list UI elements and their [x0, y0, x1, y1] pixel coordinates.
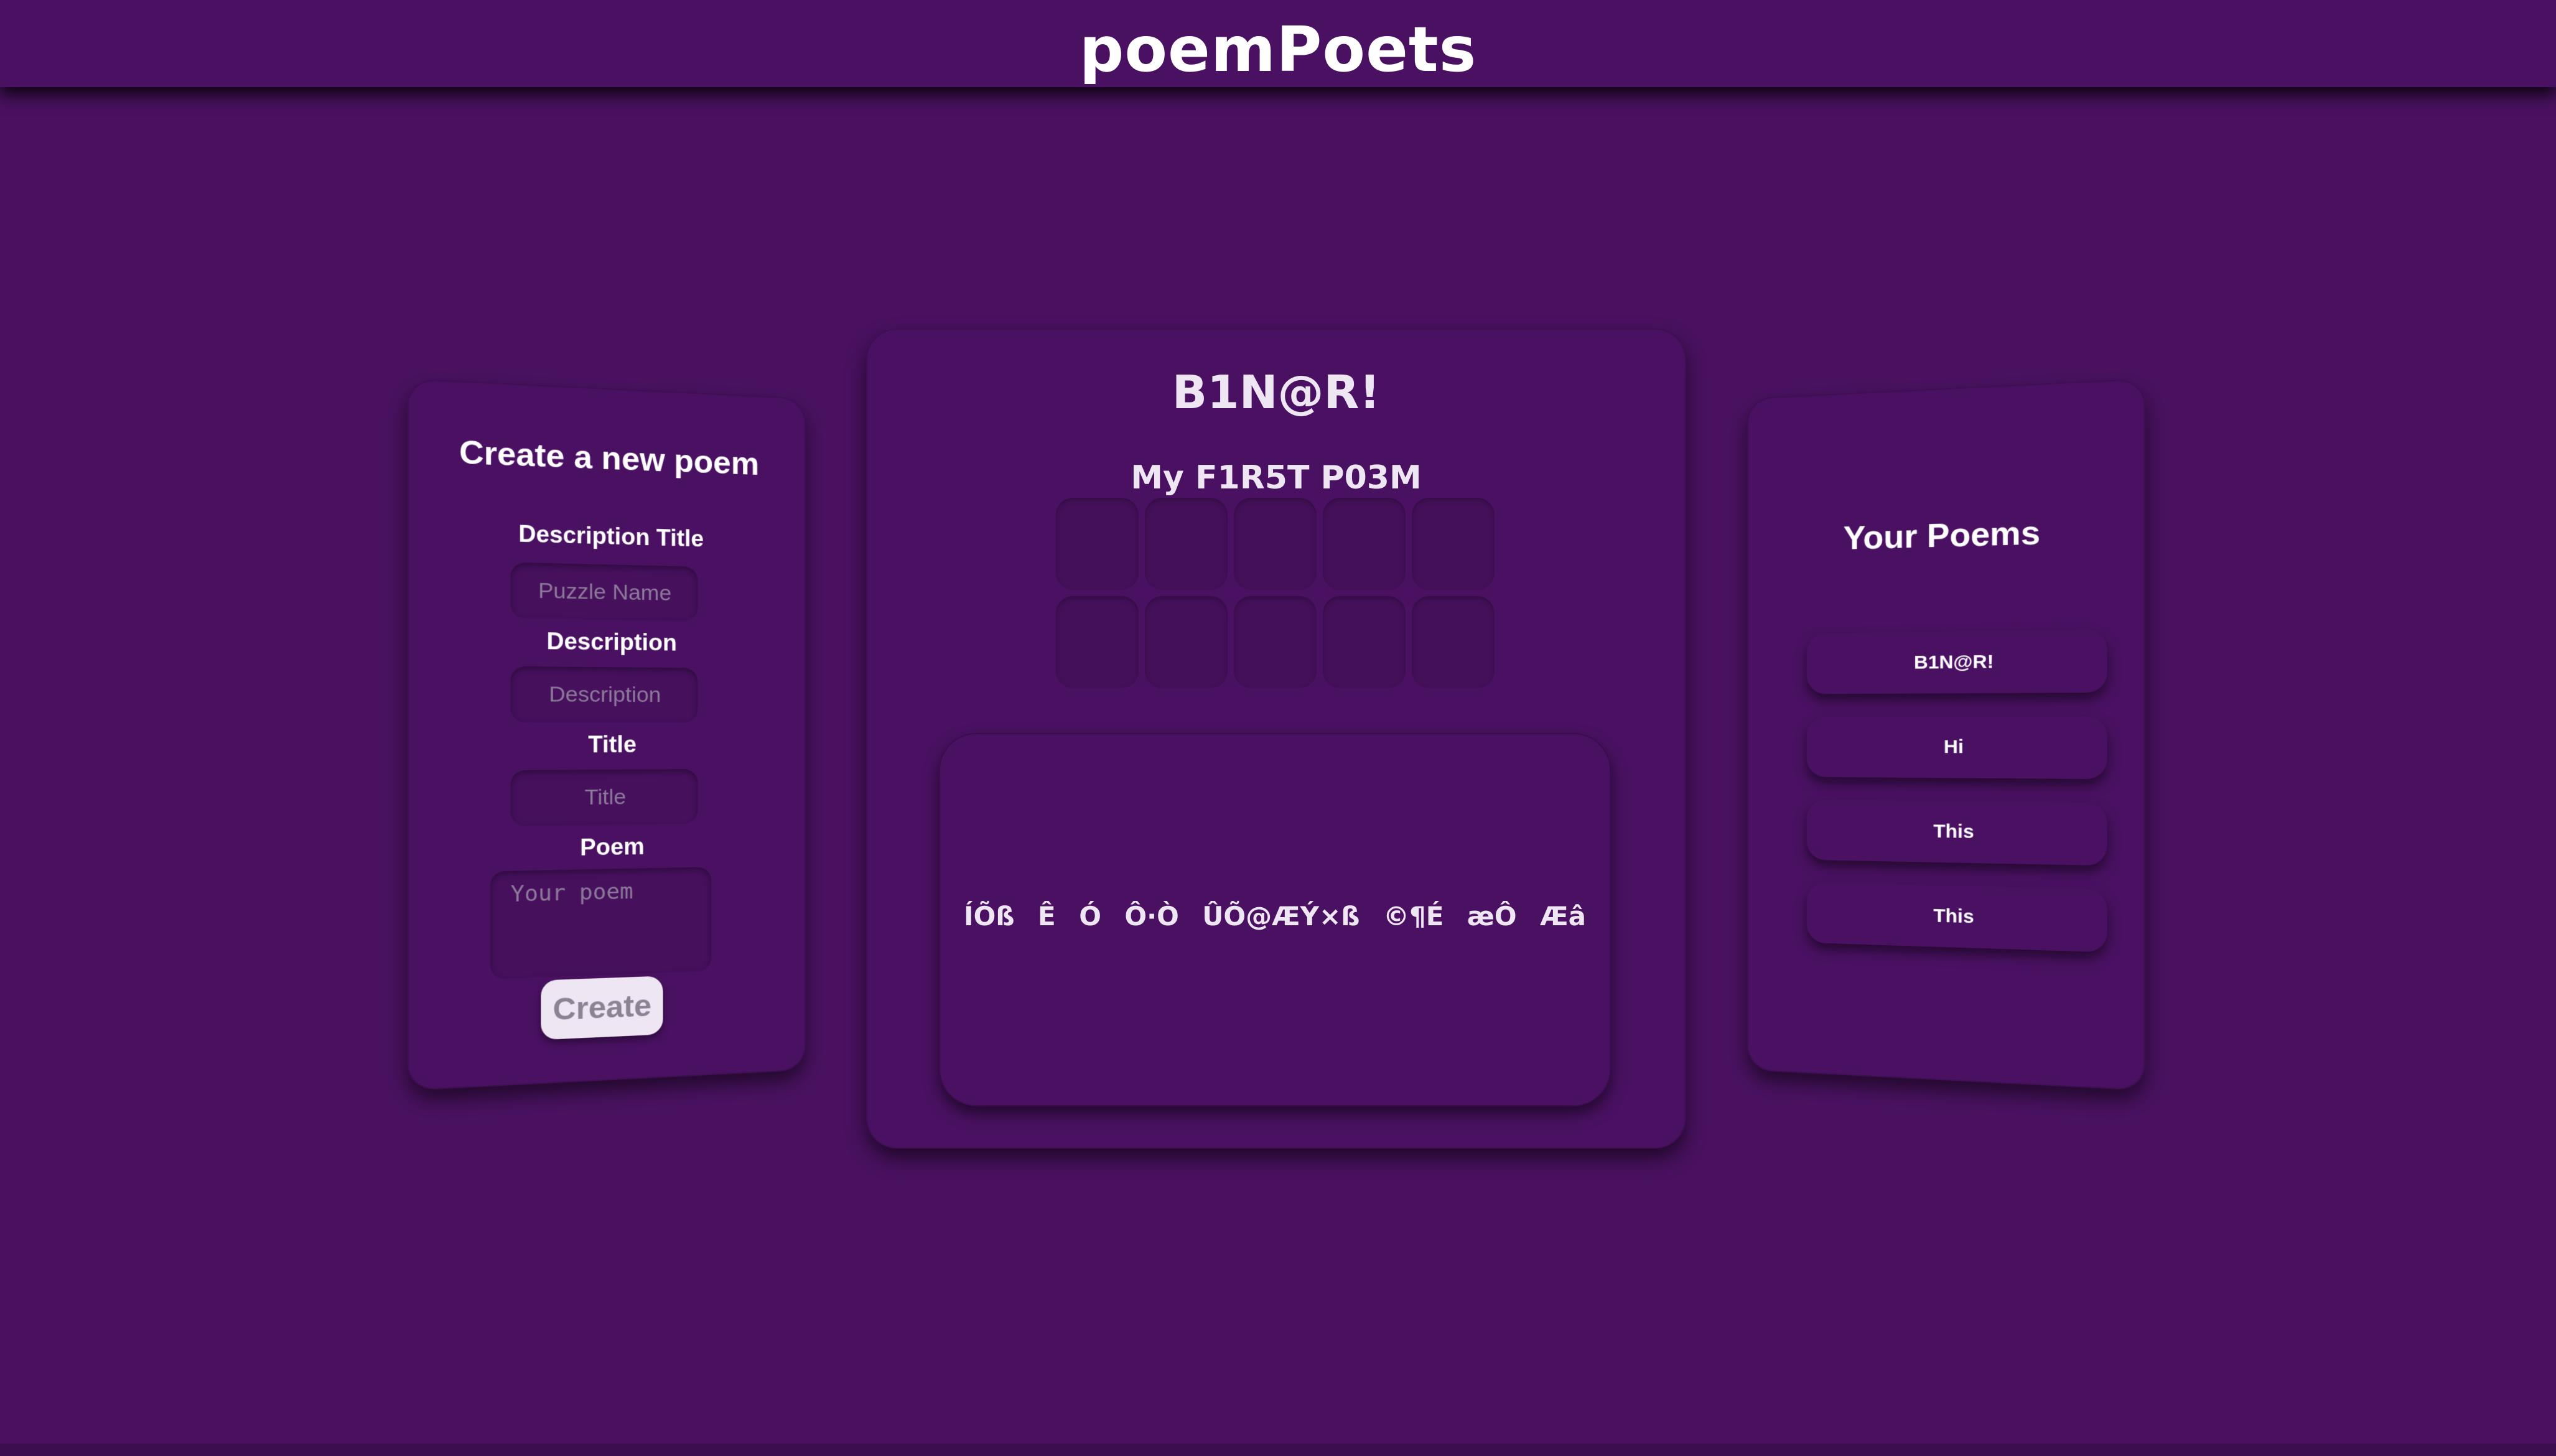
create-poem-panel: Create a new poem Description Title Desc… — [408, 378, 806, 1091]
poem-word: ÛÕ@ÆÝ×ß — [1202, 901, 1360, 931]
grid-cell[interactable] — [1145, 596, 1228, 688]
grid-cell[interactable] — [1056, 498, 1139, 590]
create-poem-heading: Create a new poem — [408, 431, 806, 484]
grid-cell[interactable] — [1412, 498, 1495, 590]
grid-cell[interactable] — [1323, 596, 1406, 688]
bottom-strip — [0, 1444, 2556, 1456]
poem-word: Æâ — [1540, 901, 1586, 931]
poem-word: ÍÕß — [964, 901, 1015, 931]
description-title-label: Description Title — [408, 517, 806, 555]
poem-item-this-1[interactable]: This — [1807, 800, 2107, 866]
puzzle-grid — [1056, 498, 1501, 688]
poem-item-hi[interactable]: Hi — [1807, 716, 2107, 779]
your-poems-heading: Your Poems — [1747, 510, 2145, 560]
description-title-input[interactable] — [511, 562, 698, 622]
puzzle-title: B1N@R! — [866, 366, 1686, 419]
poem-word: Ê — [1038, 901, 1056, 931]
your-poems-panel: Your Poems B1N@R! Hi This This — [1747, 378, 2145, 1091]
poem-item-this-2[interactable]: This — [1807, 882, 2107, 952]
title-label: Title — [408, 731, 806, 759]
poem-label: Poem — [408, 831, 806, 864]
create-button[interactable]: Create — [541, 976, 663, 1040]
poem-word: æÔ — [1467, 901, 1517, 931]
poem-display: ÍÕß Ê Ó Ô·Ò ÛÕ@ÆÝ×ß ©¶É æÔ Æâ — [939, 733, 1611, 1106]
grid-cell[interactable] — [1056, 596, 1139, 688]
grid-cell[interactable] — [1234, 596, 1317, 688]
app-title: poemPoets — [0, 0, 2556, 100]
poem-word: Ô·Ò — [1124, 901, 1178, 931]
poem-word: ©¶É — [1383, 901, 1444, 931]
main-stage: Create a new poem Description Title Desc… — [0, 0, 2556, 1456]
grid-cell[interactable] — [1412, 596, 1495, 688]
description-label: Description — [408, 626, 806, 658]
poem-textarea[interactable] — [490, 867, 711, 979]
title-input[interactable] — [511, 769, 698, 826]
poem-line: ÍÕß Ê Ó Ô·Ò ÛÕ@ÆÝ×ß ©¶É æÔ Æâ — [939, 901, 1611, 931]
poem-item-binar[interactable]: B1N@R! — [1807, 630, 2107, 694]
grid-cell[interactable] — [1145, 498, 1228, 590]
grid-cell[interactable] — [1323, 498, 1406, 590]
app-header: poemPoets — [0, 0, 2556, 87]
puzzle-panel: B1N@R! My F1R5T P03M ÍÕß Ê Ó Ô·Ò ÛÕ@ÆÝ×ß ©¶É æ… — [866, 329, 1686, 1149]
poem-word: Ó — [1079, 901, 1101, 931]
description-input[interactable] — [511, 666, 698, 722]
grid-cell[interactable] — [1234, 498, 1317, 590]
puzzle-description: My F1R5T P03M — [866, 459, 1686, 497]
